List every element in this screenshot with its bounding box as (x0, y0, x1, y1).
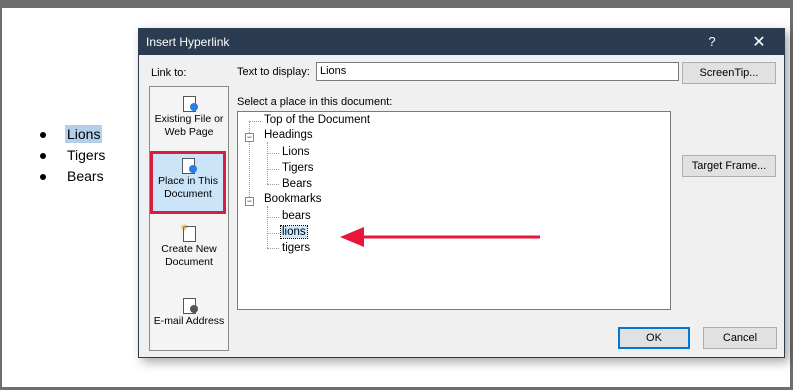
list-item-text[interactable]: Bears (65, 167, 106, 185)
create-new-document-label: Create New Document (161, 243, 217, 268)
text-to-display-field[interactable]: Lions (316, 62, 679, 81)
email-address-label: E-mail Address (153, 315, 225, 327)
tree-connector (267, 248, 279, 249)
web-page-icon (182, 95, 198, 112)
text-to-display-label: Text to display: (237, 66, 310, 78)
list-item-text[interactable]: Lions (65, 125, 103, 143)
bullet-icon (40, 153, 46, 159)
bullet-icon (40, 174, 46, 180)
collapse-bookmarks-icon[interactable]: − (245, 197, 254, 206)
link-to-panel: Existing File or Web Page Place in This … (149, 86, 229, 351)
ok-button[interactable]: OK (618, 327, 690, 349)
screentip-button[interactable]: ScreenTip... (682, 62, 776, 84)
tree-connector (267, 233, 279, 234)
target-frame-button[interactable]: Target Frame... (682, 155, 776, 177)
tree-node-heading[interactable]: Bears (282, 178, 312, 190)
tree-connector (249, 121, 261, 122)
tree-node-heading[interactable]: Lions (282, 146, 310, 158)
bullet-icon (40, 132, 46, 138)
tree-node-bookmark[interactable]: bears (282, 210, 311, 222)
tree-connector (267, 184, 279, 185)
create-new-document-button[interactable]: ✳ Create New Document (150, 223, 228, 269)
bookmark-page-icon (181, 157, 197, 174)
tree-connector (267, 153, 279, 154)
tree-node-heading[interactable]: Tigers (282, 162, 314, 174)
tree-connector (267, 206, 268, 248)
existing-file-label: Existing File or Web Page (154, 113, 224, 138)
tree-connector (267, 142, 268, 184)
document-bullet-list: Lions Tigers Bears (38, 124, 107, 187)
help-button[interactable]: ? (705, 34, 719, 49)
window-frame-left (0, 0, 2, 390)
annotation-arrow-icon (340, 227, 540, 247)
tree-node-bookmarks[interactable]: Bookmarks (264, 193, 322, 205)
dialog-titlebar[interactable]: Insert Hyperlink ? ✕ (139, 29, 784, 55)
list-item[interactable]: Lions (38, 124, 107, 145)
place-in-document-label: Place in This Document (158, 175, 218, 200)
collapse-headings-icon[interactable]: − (245, 133, 254, 142)
document-place-tree[interactable]: Top of the Document − Headings Lions Tig… (237, 111, 671, 310)
tree-node-bookmark[interactable]: tigers (282, 242, 310, 254)
list-item[interactable]: Bears (38, 166, 107, 187)
tree-node-bookmark-selected[interactable]: lions (280, 225, 308, 239)
email-icon (182, 297, 198, 314)
close-button[interactable]: ✕ (749, 32, 769, 52)
tree-node-top-of-document[interactable]: Top of the Document (264, 114, 370, 126)
cancel-button[interactable]: Cancel (703, 327, 777, 349)
dialog-title: Insert Hyperlink (146, 35, 230, 49)
tree-node-headings[interactable]: Headings (264, 129, 313, 141)
tree-connector (267, 169, 279, 170)
email-address-button[interactable]: E-mail Address (150, 297, 228, 333)
list-item[interactable]: Tigers (38, 145, 107, 166)
list-item-text[interactable]: Tigers (65, 146, 107, 164)
window-frame-top (0, 0, 793, 8)
new-document-icon: ✳ (180, 223, 196, 242)
existing-file-button[interactable]: Existing File or Web Page (150, 95, 228, 139)
insert-hyperlink-dialog: Insert Hyperlink ? ✕ Link to: Existing F… (138, 28, 785, 358)
tree-connector (267, 217, 279, 218)
link-to-label: Link to: (151, 67, 187, 79)
select-place-label: Select a place in this document: (237, 96, 393, 108)
place-in-document-button[interactable]: Place in This Document (150, 151, 226, 214)
